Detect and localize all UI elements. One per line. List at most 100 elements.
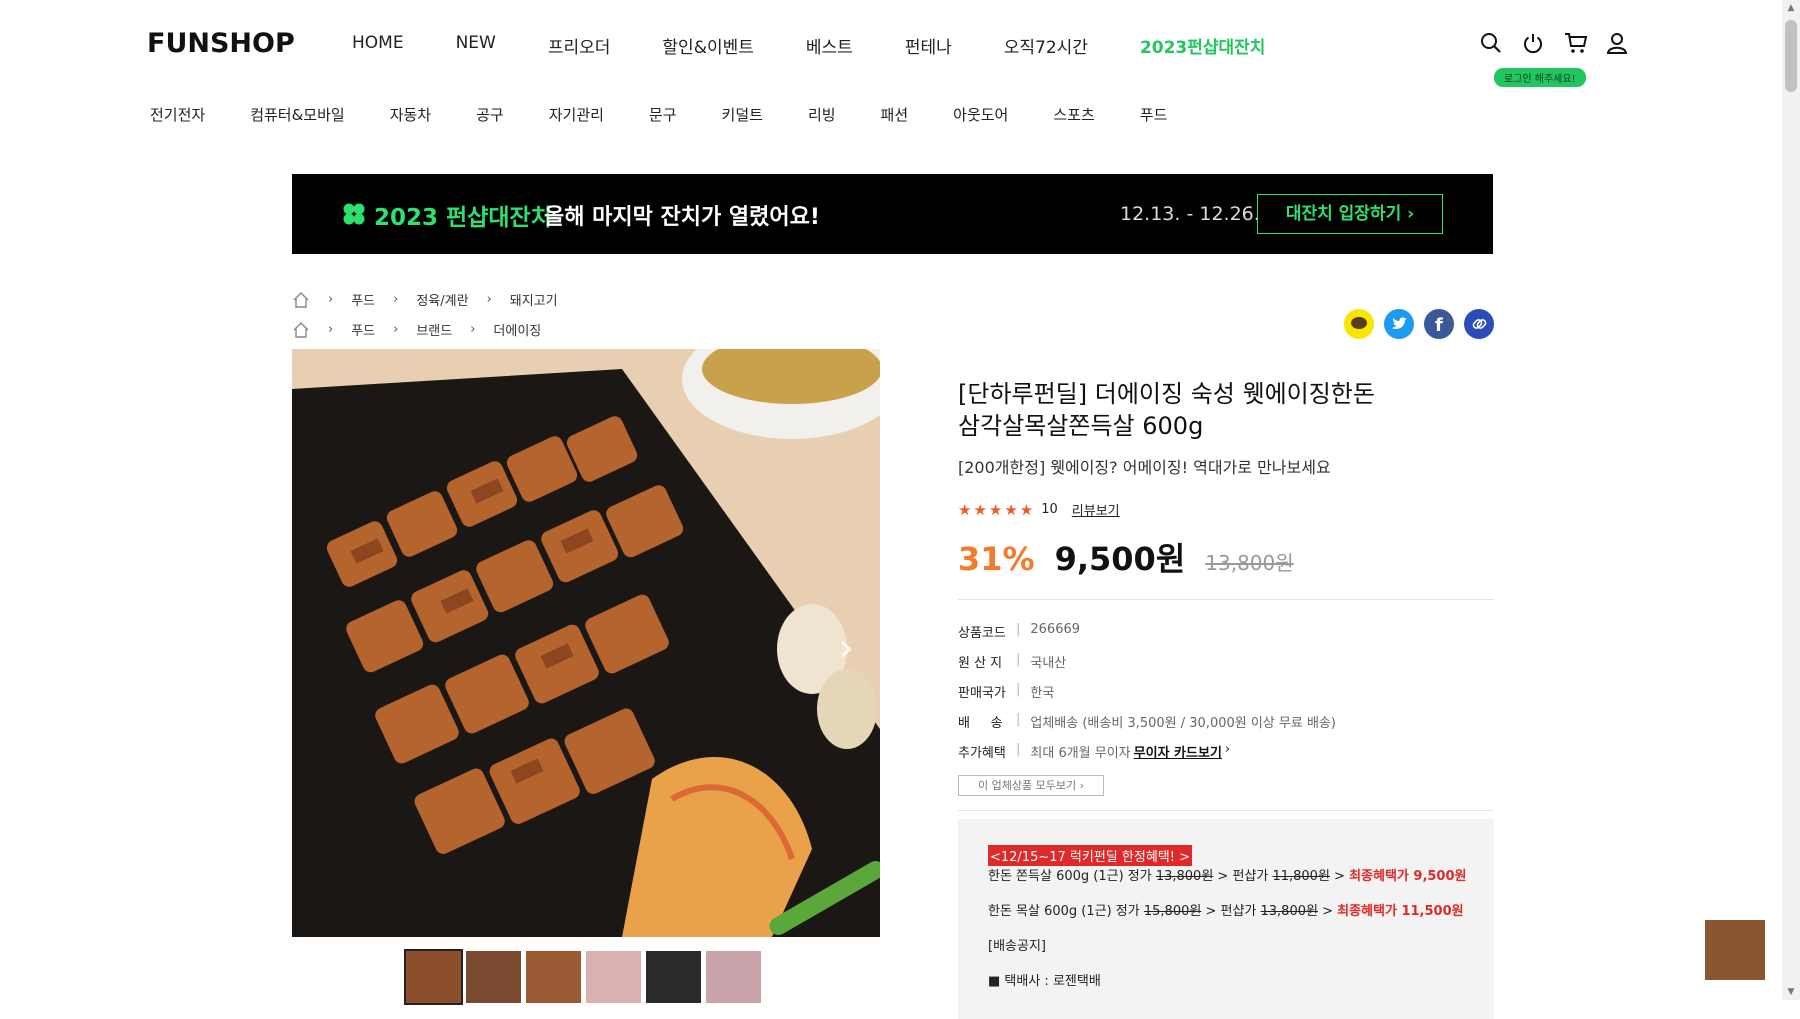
logo[interactable]: FUNSHOP [147, 28, 295, 59]
notice-text: 13,800원 [1260, 904, 1318, 919]
nav-preorder[interactable]: 프리오더 [548, 33, 611, 58]
original-price: 13,800원 [1205, 551, 1294, 575]
thumbnail-list [404, 949, 761, 1005]
notice-text: 11,800원 [1272, 869, 1330, 884]
next-image-arrow[interactable]: › [838, 625, 854, 671]
link-copy-icon[interactable] [1464, 309, 1494, 339]
notice-text: 최종혜택가 11,500원 [1337, 904, 1464, 919]
breadcrumb-item[interactable]: 브랜드 [416, 320, 452, 339]
scroll-thumb[interactable] [1785, 20, 1797, 92]
spec-origin: 원 산 지 | 국내산 [958, 652, 1067, 671]
vendor-button-label: 이 업체상품 모두보기 [978, 779, 1077, 792]
scrollbar[interactable]: ▲ ▼ [1782, 0, 1800, 1000]
nav-new[interactable]: NEW [456, 33, 496, 58]
banner-enter-button[interactable]: 대잔치 입장하기 › [1257, 194, 1443, 234]
installment-card-link[interactable]: 무이자 카드보기 [1134, 742, 1222, 761]
spec-value: 국내산 [1030, 656, 1067, 671]
page: FUNSHOP HOME NEW 프리오더 할인&이벤트 베스트 펀테나 오직7… [0, 0, 1782, 1019]
divider [958, 599, 1494, 600]
thumbnail[interactable] [706, 951, 761, 1003]
notice-line: 한돈 목살 600g (1근) 정가 15,800원 > 펀샵가 13,800원… [988, 900, 1464, 919]
category-electronics[interactable]: 전기전자 [150, 104, 205, 125]
review-link[interactable]: 리뷰보기 [1072, 500, 1120, 519]
login-tooltip[interactable]: 로그인 해주세요! [1494, 68, 1586, 87]
search-icon[interactable] [1480, 32, 1502, 54]
scroll-down-arrow[interactable]: ▼ [1782, 984, 1800, 1000]
sale-price: 9,500원 [1054, 540, 1186, 578]
spec-key: 배 송 [958, 716, 1003, 731]
category-self-care[interactable]: 자기관리 [549, 104, 604, 125]
promo-banner[interactable]: 2023 펀샵대잔치 올해 마지막 잔치가 열렸어요! 12.13. - 12.… [292, 174, 1493, 254]
notice-text: 15,800원 [1143, 904, 1202, 919]
notice-line: 한돈 쫀득살 600g (1근) 정가 13,800원 > 펀샵가 11,800… [988, 865, 1466, 884]
spec-product-code: 상품코드 | 266669 [958, 622, 1081, 641]
product-title-line1: [단하루펀딜] 더에이징 숙성 웻에이징한돈 [958, 380, 1375, 408]
breadcrumb-item[interactable]: 더에이징 [493, 320, 541, 339]
nav-72hours[interactable]: 오직72시간 [1004, 33, 1088, 58]
facebook-icon[interactable]: f [1424, 309, 1454, 339]
breadcrumb-item[interactable]: 정육/계란 [416, 290, 468, 309]
discount-rate: 31% [958, 540, 1035, 578]
product-title: [단하루펀딜] 더에이징 숙성 웻에이징한돈 삼각살목살쫀득살 600g [958, 378, 1375, 442]
category-computer-mobile[interactable]: 컴퓨터&모바일 [250, 104, 345, 125]
cart-icon[interactable] [1564, 32, 1588, 54]
scroll-up-arrow[interactable]: ▲ [1782, 0, 1800, 16]
nav-festival[interactable]: 2023펀샵대잔치 [1140, 33, 1266, 58]
home-icon[interactable] [292, 321, 310, 339]
spec-key: 추가혜택 [958, 746, 1006, 761]
category-kidult[interactable]: 키덜트 [722, 104, 763, 125]
chevron-right-icon: › [470, 322, 476, 337]
thumbnail[interactable] [466, 951, 521, 1003]
notice-text: 최종혜택가 9,500원 [1349, 869, 1467, 884]
category-stationery[interactable]: 문구 [649, 104, 677, 125]
notice-text: 한돈 쫀득살 600g (1근) 정가 [988, 869, 1156, 884]
twitter-icon[interactable] [1384, 309, 1414, 339]
notice-text: > 펀샵가 [1201, 904, 1261, 919]
chevron-right-icon: › [328, 292, 334, 307]
nav-sale-event[interactable]: 할인&이벤트 [662, 33, 753, 58]
breadcrumb-item[interactable]: 푸드 [351, 320, 375, 339]
chevron-right-icon: › [393, 322, 399, 337]
breadcrumb-item[interactable]: 돼지고기 [510, 290, 558, 309]
category-tools[interactable]: 공구 [476, 104, 504, 125]
banner-title: 2023 펀샵대잔치 [374, 205, 552, 231]
product-image[interactable] [292, 349, 880, 937]
category-food[interactable]: 푸드 [1140, 104, 1168, 125]
thumbnail[interactable] [526, 951, 581, 1003]
spec-shipping: 배 송 | 업체배송 (배송비 3,500원 / 30,000원 이상 무료 배송… [958, 712, 1336, 731]
category-fashion[interactable]: 패션 [881, 104, 909, 125]
category-outdoor[interactable]: 아웃도어 [953, 104, 1008, 125]
breadcrumb-item[interactable]: 푸드 [351, 290, 375, 309]
chevron-right-icon: › [393, 292, 399, 307]
spec-value: 266669 [1030, 622, 1081, 637]
share-buttons: f [1344, 309, 1494, 339]
divider [958, 810, 1494, 811]
breadcrumb: › 푸드 › 정육/계란 › 돼지고기 [292, 290, 558, 309]
thumbnail[interactable] [646, 951, 701, 1003]
vendor-all-products-button[interactable]: 이 업체상품 모두보기 › [958, 775, 1104, 796]
floating-recent-item[interactable] [1705, 920, 1765, 980]
power-icon[interactable] [1522, 32, 1544, 54]
notice-line: [배송공지] [988, 939, 1046, 954]
nav-best[interactable]: 베스트 [806, 33, 853, 58]
product-subtitle: [200개한정] 웻에이징? 어메이징! 역대가로 만나보세요 [958, 458, 1331, 477]
utility-icons [1480, 32, 1628, 54]
nav-home[interactable]: HOME [352, 33, 404, 58]
category-car[interactable]: 자동차 [390, 104, 431, 125]
kakaotalk-icon[interactable] [1344, 309, 1374, 339]
home-icon[interactable] [292, 291, 310, 309]
breadcrumb: › 푸드 › 브랜드 › 더에이징 [292, 320, 541, 339]
rating: ★★★★★ 10 리뷰보기 [958, 500, 1120, 520]
svg-text:f: f [1435, 315, 1443, 336]
spec-country: 판매국가 | 한국 [958, 682, 1055, 701]
thumbnail[interactable] [404, 949, 463, 1005]
thumbnail[interactable] [586, 951, 641, 1003]
user-icon[interactable] [1606, 32, 1628, 54]
category-sports[interactable]: 스포츠 [1053, 104, 1094, 125]
notice-line: ■ 택배사 : 로젠택배 [988, 974, 1101, 989]
notice-box: <12/15~17 럭키펀딜 한정혜택! > 한돈 쫀득살 600g (1근) … [958, 819, 1494, 1019]
category-living[interactable]: 리빙 [808, 104, 836, 125]
notice-headline: <12/15~17 럭키펀딜 한정혜택! > [988, 845, 1192, 866]
nav-funtenna[interactable]: 펀테나 [905, 33, 952, 58]
notice-text: 한돈 목살 600g (1근) 정가 [988, 904, 1144, 919]
